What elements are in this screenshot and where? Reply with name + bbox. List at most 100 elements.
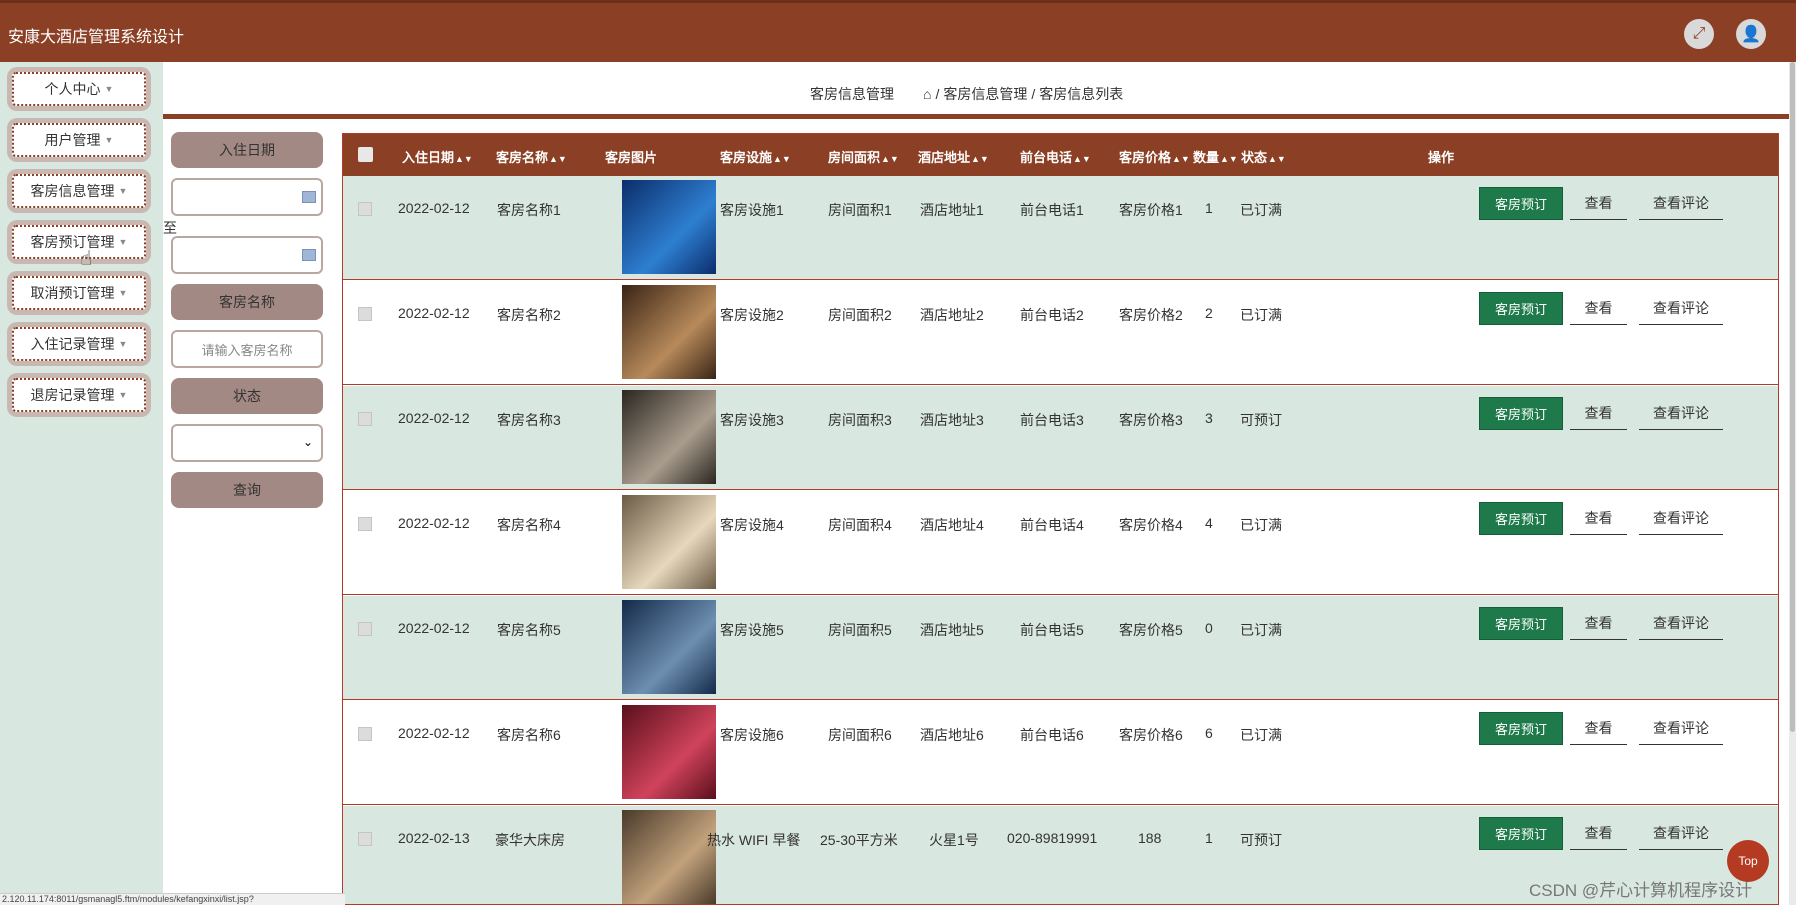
- book-room-button[interactable]: 客房预订: [1479, 187, 1563, 220]
- sidebar-item-room-info[interactable]: 客房信息管理 ▼: [7, 169, 151, 213]
- column-header-price[interactable]: 客房价格▲▼: [1119, 147, 1190, 166]
- table-header: 入住日期▲▼ 客房名称▲▼ 客房图片 客房设施▲▼ 房间面积▲▼ 酒店地址▲▼ …: [343, 134, 1778, 176]
- cell-price: 客房价格3: [1119, 412, 1183, 428]
- room-table: 入住日期▲▼ 客房名称▲▼ 客房图片 客房设施▲▼ 房间面积▲▼ 酒店地址▲▼ …: [342, 133, 1779, 905]
- view-button[interactable]: 查看: [1570, 817, 1627, 850]
- view-comments-button[interactable]: 查看评论: [1639, 292, 1723, 325]
- sidebar-item-label: 个人中心: [44, 81, 101, 97]
- room-image[interactable]: [622, 180, 716, 274]
- sidebar-item-cancel-booking[interactable]: 取消预订管理 ▼: [7, 271, 151, 315]
- cell-status: 已订满: [1240, 517, 1282, 533]
- row-checkbox[interactable]: [358, 307, 372, 321]
- cell-price: 客房价格5: [1119, 622, 1183, 638]
- fullscreen-icon[interactable]: ⤢: [1684, 19, 1714, 49]
- view-comments-button[interactable]: 查看评论: [1639, 397, 1723, 430]
- cell-date: 2022-02-12: [398, 725, 470, 741]
- room-image[interactable]: [622, 285, 716, 379]
- view-button[interactable]: 查看: [1570, 502, 1627, 535]
- view-button[interactable]: 查看: [1570, 187, 1627, 220]
- breadcrumb-separator: /: [935, 86, 940, 102]
- chevron-down-icon: ⌄: [302, 435, 313, 449]
- top-bar: 安康大酒店管理系统设计 ⤢ 👤: [0, 0, 1796, 62]
- cell-status: 可预订: [1240, 832, 1282, 848]
- book-room-button[interactable]: 客房预订: [1479, 397, 1563, 430]
- room-image[interactable]: [622, 810, 716, 904]
- sidebar-item-label: 客房预订管理: [30, 234, 115, 250]
- view-button[interactable]: 查看: [1570, 292, 1627, 325]
- column-header-name[interactable]: 客房名称▲▼: [496, 147, 567, 166]
- cell-phone: 前台电话1: [1020, 202, 1084, 218]
- row-checkbox[interactable]: [358, 517, 372, 531]
- cell-address: 酒店地址6: [920, 727, 984, 743]
- cell-count: 1: [1205, 830, 1213, 846]
- room-name-input[interactable]: 请输入客房名称: [171, 330, 323, 368]
- view-comments-button[interactable]: 查看评论: [1639, 187, 1723, 220]
- sort-icon: ▲▼: [455, 154, 473, 164]
- table-row: 2022-02-12 客房名称6 客房设施6 房间面积6 酒店地址6 前台电话6 客房价格6…: [343, 701, 1778, 805]
- query-button[interactable]: 查询: [171, 472, 323, 508]
- sidebar-item-checkout-records[interactable]: 退房记录管理 ▼: [7, 373, 151, 417]
- row-checkbox[interactable]: [358, 727, 372, 741]
- column-header-phone[interactable]: 前台电话▲▼: [1020, 147, 1091, 166]
- status-select[interactable]: ⌄: [171, 424, 323, 462]
- cell-status: 已订满: [1240, 727, 1282, 743]
- cell-name: 客房名称5: [497, 622, 561, 638]
- cell-price: 客房价格6: [1119, 727, 1183, 743]
- view-comments-button[interactable]: 查看评论: [1639, 607, 1723, 640]
- cell-phone: 前台电话6: [1020, 727, 1084, 743]
- sidebar-item-user-management[interactable]: 用户管理 ▼: [7, 118, 151, 162]
- room-image[interactable]: [622, 390, 716, 484]
- column-header-count[interactable]: 数量▲▼: [1193, 147, 1238, 166]
- room-image[interactable]: [622, 705, 716, 799]
- sidebar-item-checkin-records[interactable]: 入住记录管理 ▼: [7, 322, 151, 366]
- book-room-button[interactable]: 客房预订: [1479, 607, 1563, 640]
- view-button[interactable]: 查看: [1570, 712, 1627, 745]
- column-header-date[interactable]: 入住日期▲▼: [402, 147, 473, 166]
- checkin-start-input[interactable]: [171, 178, 323, 216]
- cell-count: 4: [1205, 515, 1213, 531]
- cell-status: 已订满: [1240, 622, 1282, 638]
- column-header-area[interactable]: 房间面积▲▼: [828, 147, 899, 166]
- column-header-status[interactable]: 状态▲▼: [1241, 147, 1286, 166]
- app-title: 安康大酒店管理系统设计: [8, 29, 185, 46]
- sidebar-item-label: 退房记录管理: [30, 387, 115, 403]
- cell-phone: 020-89819991: [1007, 830, 1098, 846]
- cell-date: 2022-02-13: [398, 830, 470, 846]
- sort-icon: ▲▼: [971, 154, 989, 164]
- book-room-button[interactable]: 客房预订: [1479, 292, 1563, 325]
- row-checkbox[interactable]: [358, 832, 372, 846]
- sidebar-item-label: 用户管理: [44, 132, 101, 148]
- sidebar-item-room-booking[interactable]: 客房预订管理 ▼: [7, 220, 151, 264]
- view-comments-button[interactable]: 查看评论: [1639, 502, 1723, 535]
- row-checkbox[interactable]: [358, 202, 372, 216]
- view-button[interactable]: 查看: [1570, 397, 1627, 430]
- cell-date: 2022-02-12: [398, 410, 470, 426]
- row-checkbox[interactable]: [358, 622, 372, 636]
- book-room-button[interactable]: 客房预订: [1479, 712, 1563, 745]
- calendar-icon[interactable]: [302, 249, 316, 261]
- checkin-end-input[interactable]: [171, 236, 323, 274]
- room-image[interactable]: [622, 495, 716, 589]
- column-header-facility[interactable]: 客房设施▲▼: [720, 147, 791, 166]
- book-room-button[interactable]: 客房预订: [1479, 817, 1563, 850]
- breadcrumb-item[interactable]: 客房信息管理: [943, 84, 1027, 104]
- sidebar-item-label: 入住记录管理: [30, 336, 115, 352]
- view-comments-button[interactable]: 查看评论: [1639, 817, 1723, 850]
- cell-count: 2: [1205, 305, 1213, 321]
- user-icon[interactable]: 👤: [1736, 19, 1766, 49]
- select-all-checkbox[interactable]: [358, 147, 373, 162]
- room-name-label: 客房名称: [171, 284, 323, 320]
- room-image[interactable]: [622, 600, 716, 694]
- sidebar-item-personal-center[interactable]: 个人中心 ▼: [7, 67, 151, 111]
- view-comments-button[interactable]: 查看评论: [1639, 712, 1723, 745]
- row-checkbox[interactable]: [358, 412, 372, 426]
- table-row: 2022-02-12 客房名称3 客房设施3 房间面积3 酒店地址3 前台电话3 客房价格3…: [343, 386, 1778, 490]
- vertical-scrollbar[interactable]: [1789, 62, 1796, 905]
- calendar-icon[interactable]: [302, 191, 316, 203]
- sort-icon: ▲▼: [773, 154, 791, 164]
- column-header-address[interactable]: 酒店地址▲▼: [918, 147, 989, 166]
- cell-address: 火星1号: [929, 832, 979, 848]
- view-button[interactable]: 查看: [1570, 607, 1627, 640]
- home-icon[interactable]: ⌂: [923, 86, 931, 102]
- book-room-button[interactable]: 客房预订: [1479, 502, 1563, 535]
